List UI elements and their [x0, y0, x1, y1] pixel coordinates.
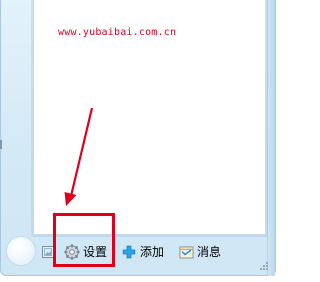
resize-grip-icon[interactable] [257, 259, 269, 271]
watermark-text: www.yubaibai.com.cn [58, 27, 177, 38]
window-right-edge [267, 0, 275, 276]
plus-icon [121, 244, 137, 260]
message-button[interactable]: 消息 [178, 242, 221, 262]
settings-highlight-box [53, 213, 115, 267]
message-icon [178, 244, 194, 260]
avatar[interactable] [6, 236, 36, 266]
add-label: 添加 [140, 245, 165, 259]
message-label: 消息 [197, 245, 222, 259]
add-button[interactable]: 添加 [121, 242, 164, 262]
left-rail-marker [0, 140, 2, 149]
